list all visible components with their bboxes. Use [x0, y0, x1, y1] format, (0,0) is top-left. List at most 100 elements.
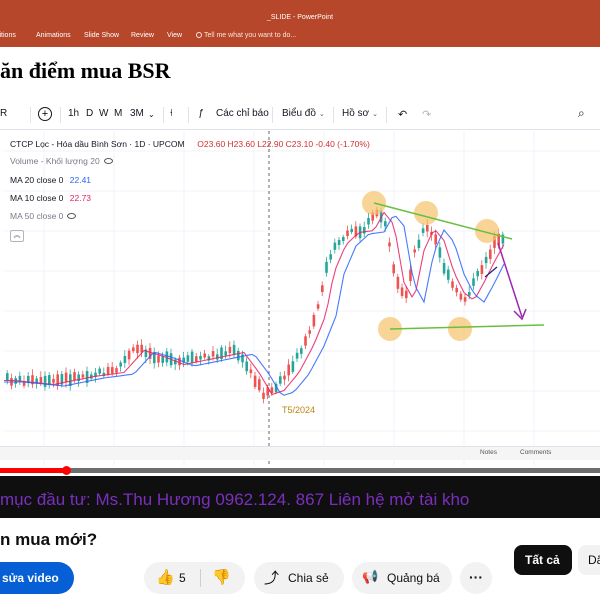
candle — [388, 242, 391, 247]
interval-3m[interactable]: 3M — [130, 108, 144, 119]
hidden-eye-icon[interactable] — [103, 158, 113, 164]
thumbs-up-icon[interactable]: 👍 — [156, 568, 175, 586]
candle — [405, 290, 408, 299]
chip-next[interactable]: Dã — [578, 545, 600, 575]
chip-all[interactable]: Tất cả — [514, 545, 572, 575]
candle — [111, 367, 114, 374]
toolbar-divider — [188, 107, 189, 123]
thumbs-down-icon[interactable]: 👎 — [212, 568, 231, 586]
candles-icon[interactable]: ⍿ — [170, 108, 173, 119]
video-progress-handle[interactable] — [62, 466, 71, 475]
interval-w[interactable]: W — [99, 108, 108, 119]
candle — [228, 346, 232, 354]
candle — [39, 376, 43, 384]
ma20-label: MA 20 close 0 — [10, 175, 64, 185]
candle — [304, 336, 307, 346]
ticker-text: mục đầu tư: Ms.Thu Hương 0962.124. 867 L… — [0, 490, 470, 509]
price-chart-panel[interactable]: T5/2024 CTCP Lọc - Hóa dầu Bình Sơn · 1D… — [4, 131, 600, 466]
candle — [337, 239, 341, 246]
toolbar-divider — [60, 107, 61, 123]
notes-tab[interactable]: Notes — [480, 449, 497, 456]
more-icon: ··· — [469, 569, 483, 585]
candle — [237, 350, 240, 361]
add-symbol-icon[interactable]: + — [38, 107, 52, 121]
share-label: Chia sẻ — [288, 571, 329, 585]
candle — [216, 354, 219, 360]
edit-video-button[interactable]: sửa video — [0, 562, 74, 594]
toolbar-divider — [333, 107, 334, 123]
chip-next-label: Dã — [588, 553, 600, 567]
video-title: n mua mới? — [0, 530, 98, 549]
like-divider — [200, 569, 201, 587]
like-dislike-group: 👍 5 👎 — [144, 562, 245, 594]
ma20-legend: MA 20 close 0 22.41 — [10, 175, 91, 185]
candle — [367, 218, 370, 225]
interval-1h[interactable]: 1h — [68, 108, 79, 119]
share-button[interactable]: ⤴ Chia sẻ — [254, 562, 344, 594]
promote-button[interactable]: 📢 Quảng bá — [352, 562, 452, 594]
candle — [325, 261, 328, 273]
interval-m[interactable]: M — [114, 108, 122, 119]
ma50-legend: MA 50 close 0 — [10, 211, 77, 221]
ribbon-tab-slide-show[interactable]: Slide Show — [84, 32, 119, 39]
promote-label: Quảng bá — [387, 571, 440, 585]
slide-title: ăn điểm mua BSR — [0, 58, 171, 83]
chart-type-button[interactable]: Biểu đồ ⌄ — [282, 108, 325, 119]
comments-tab[interactable]: Comments — [520, 449, 551, 456]
candle — [295, 352, 299, 359]
ribbon-tab-review[interactable]: Review — [131, 32, 154, 39]
candle — [350, 228, 353, 233]
ribbon-tab-transitions[interactable]: sitions — [0, 32, 16, 39]
interval-d[interactable]: D — [86, 108, 93, 119]
candle — [258, 379, 261, 391]
candle — [190, 351, 194, 363]
candle — [279, 376, 282, 384]
forecast-arrow — [497, 242, 523, 318]
redo-icon[interactable]: ↷ — [422, 108, 431, 121]
candle — [472, 278, 475, 286]
candle — [489, 249, 492, 259]
candle — [434, 234, 437, 245]
candle — [161, 356, 164, 363]
symbol-search[interactable]: R — [0, 108, 7, 119]
price-chart[interactable]: T5/2024 — [4, 131, 600, 466]
candle — [283, 375, 286, 380]
candle — [329, 254, 332, 260]
indicators-button[interactable]: Các chỉ báo — [216, 108, 269, 119]
ribbon-tab-view[interactable]: View — [167, 32, 182, 39]
tell-me-box[interactable]: Tell me what you want to do... — [196, 32, 296, 39]
interval-dropdown-icon[interactable]: ⌄ — [148, 110, 155, 119]
candle — [81, 374, 85, 378]
candle — [321, 285, 324, 293]
screen: _SLIDE - PowerPoint sitions Animations S… — [0, 0, 600, 600]
candle — [396, 276, 400, 289]
candle — [300, 348, 303, 354]
ribbon-tab-animations[interactable]: Animations — [36, 32, 71, 39]
chip-all-label: Tất cả — [525, 553, 560, 567]
candle — [421, 228, 425, 233]
window-title: _SLIDE - PowerPoint — [266, 14, 334, 21]
candle — [186, 355, 190, 362]
chevron-down-icon: ⌄ — [372, 111, 378, 118]
hidden-eye-icon[interactable] — [67, 213, 77, 219]
candle — [199, 355, 202, 360]
more-actions-button[interactable]: ··· — [460, 562, 492, 594]
volume-legend: Volume - Khối lượng 20 — [10, 156, 113, 166]
candle — [392, 264, 395, 274]
search-icon[interactable]: ⌕ — [578, 106, 585, 121]
candle — [211, 351, 215, 357]
undo-icon[interactable]: ↶ — [398, 108, 407, 121]
video-progress-track[interactable] — [0, 468, 600, 473]
candle — [363, 227, 366, 234]
candle — [333, 242, 337, 250]
candle — [426, 225, 429, 232]
profile-button[interactable]: Hồ sơ ⌄ — [342, 108, 378, 119]
toolbar-divider — [163, 107, 164, 123]
candle — [468, 291, 471, 296]
candle — [480, 265, 484, 274]
chevron-down-icon: ⌄ — [318, 111, 325, 118]
candle — [203, 353, 206, 358]
collapse-legend-icon[interactable]: ︽ — [10, 230, 24, 242]
chart-bottom-bar: Notes Comments — [0, 446, 600, 460]
candle — [232, 344, 236, 355]
